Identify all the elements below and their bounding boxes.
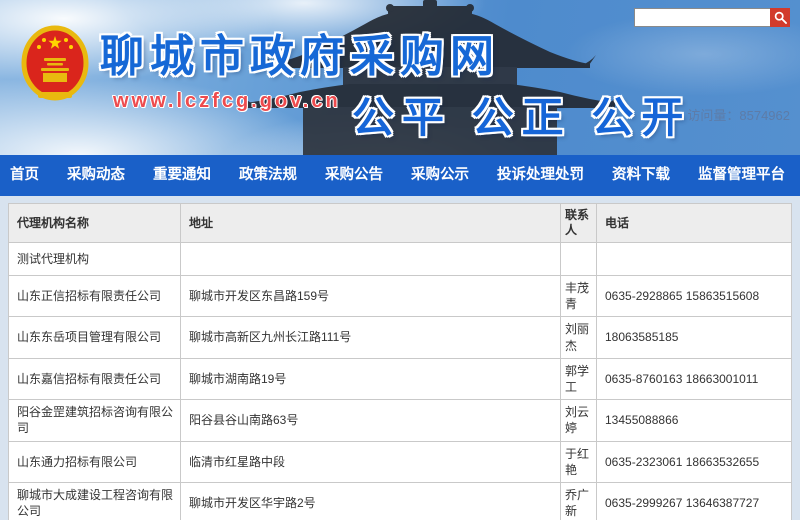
nav-item-procurement-news[interactable]: 采购动态 — [53, 155, 139, 196]
agency-name-cell: 聊城市大成建设工程咨询有限公司 — [9, 482, 181, 520]
column-header-contact: 联系人 — [561, 204, 597, 243]
column-header-agency-name: 代理机构名称 — [9, 204, 181, 243]
address-cell: 阳谷县谷山南路63号 — [181, 400, 561, 441]
phone-cell: 0635-2999267 13646387727 — [597, 482, 792, 520]
phone-cell: 0635-8760163 18663001011 — [597, 358, 792, 399]
main-nav: 首页 采购动态 重要通知 政策法规 采购公告 采购公示 投诉处理处罚 资料下载 … — [0, 155, 800, 196]
page: 聊城市政府采购网 www.lczfcg.gov.cn 公平 公正 公开 访问量：… — [0, 0, 800, 520]
nav-item-procurement-announcements[interactable]: 采购公告 — [311, 155, 397, 196]
search-bar — [634, 8, 790, 27]
column-header-phone: 电话 — [597, 204, 792, 243]
search-input[interactable] — [634, 8, 770, 27]
phone-cell: 18063585185 — [597, 317, 792, 358]
search-button[interactable] — [770, 8, 790, 27]
phone-cell: 0635-2323061 18663532655 — [597, 441, 792, 482]
table-row: 山东东岳项目管理有限公司 聊城市高新区九州长江路111号 刘丽杰 1806358… — [9, 317, 792, 358]
address-cell: 聊城市开发区东昌路159号 — [181, 276, 561, 317]
nav-item-policies[interactable]: 政策法规 — [225, 155, 311, 196]
site-slogan: 公平 公正 公开 — [352, 84, 691, 145]
nav-item-important-notices[interactable]: 重要通知 — [139, 155, 225, 196]
table-row: 聊城市大成建设工程咨询有限公司 聊城市开发区华宇路2号 乔广新 0635-299… — [9, 482, 792, 520]
nav-item-home[interactable]: 首页 — [10, 155, 53, 196]
nav-item-procurement-publicity[interactable]: 采购公示 — [397, 155, 483, 196]
address-cell: 聊城市开发区华宇路2号 — [181, 482, 561, 520]
phone-cell: 0635-2928865 15863515608 — [597, 276, 792, 317]
nav-item-supervision-platform[interactable]: 监督管理平台 — [684, 155, 799, 196]
agency-name-cell: 山东正信招标有限责任公司 — [9, 276, 181, 317]
table-header-row: 代理机构名称 地址 联系人 电话 — [9, 204, 792, 243]
contact-cell: 于红艳 — [561, 441, 597, 482]
national-emblem-logo — [20, 22, 90, 108]
agency-name-cell: 测试代理机构 — [9, 243, 181, 276]
agency-table: 代理机构名称 地址 联系人 电话 测试代理机构 山东正信招标有限责任公司 聊城市… — [8, 203, 792, 520]
address-cell — [181, 243, 561, 276]
phone-cell — [597, 243, 792, 276]
table-row: 山东正信招标有限责任公司 聊城市开发区东昌路159号 丰茂青 0635-2928… — [9, 276, 792, 317]
phone-cell: 13455088866 — [597, 400, 792, 441]
nav-item-downloads[interactable]: 资料下载 — [598, 155, 684, 196]
search-icon — [774, 11, 787, 24]
content-area: 代理机构名称 地址 联系人 电话 测试代理机构 山东正信招标有限责任公司 聊城市… — [0, 196, 800, 520]
visit-counter-label: 访问量： — [687, 108, 739, 123]
column-header-address: 地址 — [181, 204, 561, 243]
contact-cell: 郭学工 — [561, 358, 597, 399]
visit-counter-value: 8574962 — [739, 108, 790, 123]
contact-cell: 乔广新 — [561, 482, 597, 520]
table-row: 山东嘉信招标有限责任公司 聊城市湖南路19号 郭学工 0635-8760163 … — [9, 358, 792, 399]
address-cell: 聊城市高新区九州长江路111号 — [181, 317, 561, 358]
agency-name-cell: 山东通力招标有限公司 — [9, 441, 181, 482]
agency-name-cell: 阳谷金罡建筑招标咨询有限公司 — [9, 400, 181, 441]
agency-name-cell: 山东东岳项目管理有限公司 — [9, 317, 181, 358]
visit-counter: 访问量：8574962 — [687, 105, 790, 124]
contact-cell — [561, 243, 597, 276]
nav-item-complaints[interactable]: 投诉处理处罚 — [483, 155, 598, 196]
table-row: 测试代理机构 — [9, 243, 792, 276]
table-row: 山东通力招标有限公司 临清市红星路中段 于红艳 0635-2323061 186… — [9, 441, 792, 482]
site-title: 聊城市政府采购网 — [100, 20, 500, 84]
agency-name-cell: 山东嘉信招标有限责任公司 — [9, 358, 181, 399]
address-cell: 聊城市湖南路19号 — [181, 358, 561, 399]
contact-cell: 刘丽杰 — [561, 317, 597, 358]
site-url: www.lczfcg.gov.cn — [113, 90, 341, 113]
address-cell: 临清市红星路中段 — [181, 441, 561, 482]
contact-cell: 丰茂青 — [561, 276, 597, 317]
contact-cell: 刘云婷 — [561, 400, 597, 441]
site-banner: 聊城市政府采购网 www.lczfcg.gov.cn 公平 公正 公开 访问量：… — [0, 0, 800, 155]
table-row: 阳谷金罡建筑招标咨询有限公司 阳谷县谷山南路63号 刘云婷 1345508886… — [9, 400, 792, 441]
